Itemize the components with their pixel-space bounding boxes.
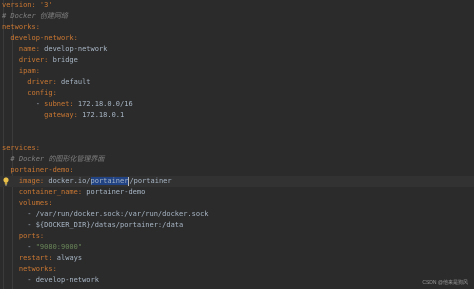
code-line[interactable]: name: develop-network bbox=[0, 44, 474, 55]
code-token: develop-network bbox=[44, 45, 108, 53]
selected-text: portainer bbox=[90, 177, 129, 185]
code-line[interactable]: gateway: 172.18.0.1 bbox=[0, 110, 474, 121]
code-token: version: '3' bbox=[2, 1, 53, 9]
code-token: - develop-network bbox=[2, 276, 99, 284]
code-token: /portainer bbox=[129, 177, 172, 185]
code-line[interactable]: - ${DOCKER_DIR}/datas/portainer:/data bbox=[0, 220, 474, 231]
code-token: ipam: bbox=[2, 67, 40, 75]
code-line[interactable] bbox=[0, 132, 474, 143]
code-line[interactable]: - subnet: 172.18.0.0/16 bbox=[0, 99, 474, 110]
code-token: networks: bbox=[2, 265, 57, 273]
code-line[interactable]: portainer-demo: bbox=[0, 165, 474, 176]
code-line[interactable]: config: bbox=[0, 88, 474, 99]
code-token: - bbox=[2, 243, 36, 251]
code-line[interactable]: - /var/run/docker.sock:/var/run/docker.s… bbox=[0, 209, 474, 220]
code-token: gateway: bbox=[2, 111, 83, 119]
code-token: container_name: bbox=[2, 188, 87, 196]
code-token: ports: bbox=[2, 232, 45, 240]
code-line[interactable]: ipam: bbox=[0, 66, 474, 77]
code-token: config: bbox=[2, 89, 57, 97]
code-line[interactable]: image: docker.io/portainer/portainer bbox=[0, 176, 474, 187]
code-line[interactable]: version: '3' bbox=[0, 0, 474, 11]
code-token: bridge bbox=[52, 56, 78, 64]
code-line[interactable]: # Docker 的图形化管理界面 bbox=[0, 154, 474, 165]
code-token: services: bbox=[2, 144, 40, 152]
code-comment: # Docker 创建网络 bbox=[2, 12, 68, 20]
code-token: 172.18.0.1 bbox=[82, 111, 125, 119]
code-token: 172.18.0.0/16 bbox=[77, 100, 133, 108]
code-line[interactable]: - "9080:9000" bbox=[0, 242, 474, 253]
code-line[interactable]: volumes: bbox=[0, 198, 474, 209]
code-token: restart: bbox=[2, 254, 57, 262]
code-token: driver: bbox=[2, 56, 53, 64]
code-token: default bbox=[61, 78, 91, 86]
code-line[interactable]: - develop-network bbox=[0, 275, 474, 286]
code-token: - bbox=[2, 100, 45, 108]
code-line[interactable]: # Docker 创建网络 bbox=[0, 11, 474, 22]
watermark: CSDN @他来是狗风 bbox=[422, 280, 468, 286]
code-line[interactable]: driver: bridge bbox=[0, 55, 474, 66]
code-line[interactable]: develop-network: bbox=[0, 33, 474, 44]
code-token: networks: bbox=[2, 23, 40, 31]
code-line[interactable]: restart: always bbox=[0, 253, 474, 264]
code-token: "9080:9000" bbox=[35, 243, 83, 251]
code-token: docker.io/ bbox=[48, 177, 91, 185]
code-token: subnet: bbox=[44, 100, 78, 108]
code-editor[interactable]: version: '3' # Docker 创建网络 networks: devel… bbox=[0, 0, 474, 289]
code-token: volumes: bbox=[2, 199, 53, 207]
code-token: - /var/run/docker.sock:/var/run/docker.s… bbox=[2, 210, 209, 218]
code-token: portainer-demo bbox=[86, 188, 146, 196]
code-token: develop-network: bbox=[2, 34, 78, 42]
code-line[interactable]: container_name: portainer-demo bbox=[0, 187, 474, 198]
code-line[interactable]: networks: bbox=[0, 22, 474, 33]
code-line[interactable] bbox=[0, 121, 474, 132]
code-comment: # Docker 的图形化管理界面 bbox=[2, 155, 105, 163]
code-token: - ${DOCKER_DIR}/datas/portainer:/data bbox=[2, 221, 184, 229]
lightbulb-icon[interactable] bbox=[3, 177, 9, 186]
code-line[interactable]: driver: default bbox=[0, 77, 474, 88]
code-line[interactable]: ports: bbox=[0, 231, 474, 242]
code-token: always bbox=[56, 254, 83, 262]
code-token: portainer-demo: bbox=[2, 166, 74, 174]
code-line[interactable]: networks: bbox=[0, 264, 474, 275]
code-line[interactable]: services: bbox=[0, 143, 474, 154]
code-token: name: bbox=[2, 45, 45, 53]
code-token: driver: bbox=[2, 78, 62, 86]
